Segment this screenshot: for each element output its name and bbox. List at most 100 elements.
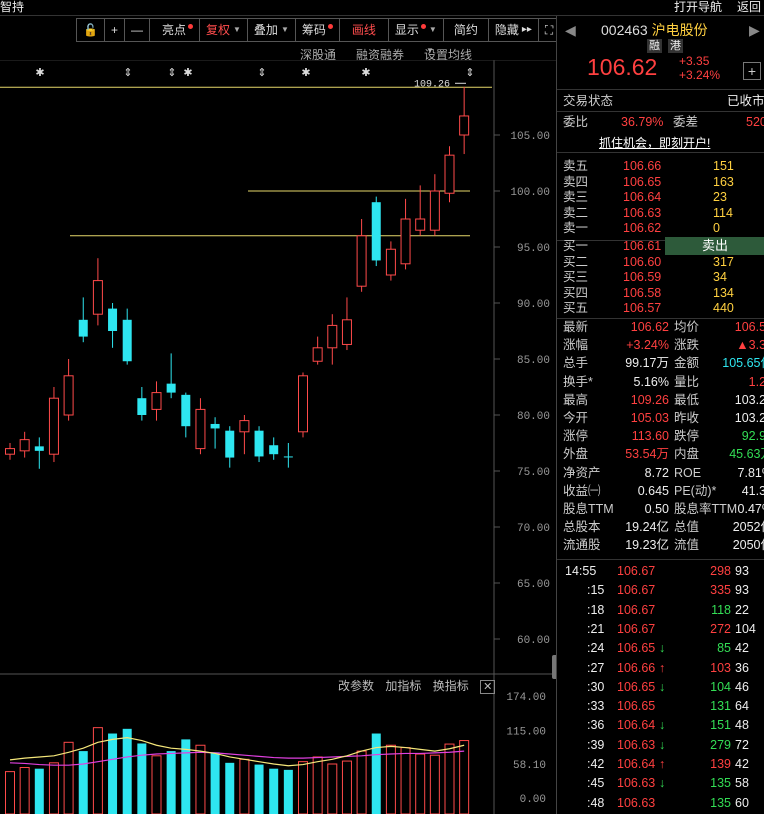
bid-row[interactable]: 买三 106.59 34 xyxy=(563,269,764,285)
candle xyxy=(63,359,74,421)
volume-bar xyxy=(108,733,118,814)
stat-row: 股息TTM0.50股息率TTM0.47% xyxy=(563,500,764,518)
candle-body xyxy=(415,218,426,231)
status-value: 已收市 xyxy=(727,94,764,108)
simple-button[interactable]: 简约 xyxy=(444,19,489,41)
zoom-in-button[interactable]: + xyxy=(105,19,125,41)
window-title: 智持 xyxy=(0,0,25,14)
fuquan-dropdown[interactable]: 复权 ▼ xyxy=(200,19,248,41)
event-marker[interactable]: ⇕ xyxy=(257,67,266,79)
candle xyxy=(210,417,220,449)
ask-row[interactable]: 卖四 106.65 163 xyxy=(563,174,764,190)
fullscreen-icon: ⛶ xyxy=(544,23,554,37)
ask-row[interactable]: 卖五 106.66 151 xyxy=(563,158,764,174)
add-indicator-button[interactable]: 加指标 xyxy=(385,679,421,693)
stat-label: 均价 xyxy=(674,320,700,334)
tick-count: 36 xyxy=(735,660,749,675)
bid-volume: 34 xyxy=(713,270,727,285)
volume-bar xyxy=(356,750,367,814)
bid-row[interactable]: 买五 106.57 440 xyxy=(563,300,764,316)
close-icon[interactable]: ✕ xyxy=(480,680,496,694)
tick-count: 58 xyxy=(735,776,749,791)
open-nav-button[interactable]: 打开导航 xyxy=(674,0,722,15)
tick-volume: 335 xyxy=(710,583,731,598)
volume-tick-label: 0.00 xyxy=(520,794,546,806)
volume-bar xyxy=(269,768,279,814)
stat-row: 换手* 5.16% 量比 1.20 xyxy=(563,373,764,391)
tick-time: :42 xyxy=(587,757,605,771)
event-marker[interactable]: ⇕ xyxy=(465,67,474,79)
price-change: +3.35 xyxy=(679,54,710,68)
candle xyxy=(108,303,118,348)
bid-row[interactable]: 买四 106.58 134 xyxy=(563,285,764,301)
tick-volume: 151 xyxy=(710,718,731,733)
candle-body xyxy=(239,420,250,433)
event-marker[interactable]: ✱ xyxy=(35,67,44,79)
prev-stock-icon[interactable]: ◀ xyxy=(565,22,576,39)
stat-row: 涨停 113.60 跌停 92.94 xyxy=(563,427,764,445)
event-marker[interactable]: ⇕ xyxy=(123,67,132,79)
ask-volume: 0 xyxy=(713,221,720,236)
stat-value: 2052亿 xyxy=(732,520,764,535)
volume-tick-label: 58.10 xyxy=(513,760,546,772)
tick-count: 42 xyxy=(735,641,749,656)
draw-line-button[interactable]: 画线 xyxy=(340,19,389,41)
tick-row: :27 106.66 ↑ 103 36 xyxy=(557,659,764,678)
switch-indicator-button[interactable]: 换指标 xyxy=(433,679,469,693)
tick-price: 106.67 xyxy=(617,564,656,578)
bid-level-label: 买三 xyxy=(563,270,589,285)
ask-row[interactable]: 卖二 106.63 114 xyxy=(563,205,764,221)
hide-button[interactable]: 隐藏 ▸▸ xyxy=(489,19,539,41)
volume-bar xyxy=(137,743,147,814)
tick-volume: 135 xyxy=(710,776,731,791)
kline-chart[interactable]: 109.26 105.00 100.00 95.00 90.00 85.00 80.00 7… xyxy=(0,60,556,814)
caret-down-icon: ▼ xyxy=(426,46,434,55)
tick-volume: 104 xyxy=(710,679,731,694)
volume-bar xyxy=(34,768,44,814)
stat-label: 股息TTM xyxy=(563,502,614,516)
event-marker[interactable]: ✱ xyxy=(361,67,370,79)
display-dropdown[interactable]: 显示 ▼ xyxy=(389,19,444,41)
event-marker[interactable]: ⇕ xyxy=(167,67,176,79)
ask-row[interactable]: 卖一 106.62 0 xyxy=(563,220,764,236)
edit-params-button[interactable]: 改参数 xyxy=(338,679,374,693)
stat-row: 涨幅 +3.24% 涨跌 ▲3.35 xyxy=(563,336,764,354)
volume-bar xyxy=(254,764,264,814)
open-account-link[interactable]: 抓住机会，即刻开户! xyxy=(599,134,710,151)
ask-volume: 23 xyxy=(713,190,727,205)
zoom-out-button[interactable]: — xyxy=(125,19,150,41)
candle-body xyxy=(254,430,264,457)
event-marker[interactable]: ✱ xyxy=(183,67,192,79)
stat-value: 105.03 xyxy=(630,411,669,425)
chips-label: 筹码 xyxy=(301,23,326,37)
stat-label: 最低 xyxy=(674,392,700,407)
chips-button[interactable]: 筹码 xyxy=(296,19,340,41)
volume-bar xyxy=(166,751,176,814)
add-watchlist-button[interactable]: + xyxy=(743,62,761,80)
price-tick-label: 100.00 xyxy=(510,187,550,199)
lock-button[interactable]: 🔓 xyxy=(77,19,105,41)
ask-row[interactable]: 卖三 106.64 23 xyxy=(563,189,764,205)
back-button[interactable]: 返回 xyxy=(737,0,761,15)
candle xyxy=(269,437,279,460)
sell-button[interactable]: 卖出 xyxy=(665,237,764,255)
highlight-button[interactable]: 亮点 xyxy=(150,19,200,41)
candle-body xyxy=(78,319,88,337)
candle-body xyxy=(48,397,59,455)
tick-price: 106.64 xyxy=(617,718,656,733)
next-stock-icon[interactable]: ▶ xyxy=(749,22,760,39)
event-marker[interactable]: ✱ xyxy=(301,67,310,79)
tick-volume: 279 xyxy=(710,737,731,752)
candles xyxy=(5,86,470,469)
candle xyxy=(151,381,162,421)
bid-row[interactable]: 买二 106.60 317 xyxy=(563,254,764,270)
candle xyxy=(34,437,44,469)
price-tick-label: 95.00 xyxy=(517,243,550,255)
volume-bar xyxy=(210,752,220,814)
overlay-dropdown[interactable]: 叠加 ▼ xyxy=(248,19,296,41)
tick-row: 14:55 106.67 298 93 xyxy=(557,562,764,581)
stat-row: 总手 99.17万金额 105.65亿 xyxy=(563,354,764,372)
notify-dot xyxy=(420,23,426,29)
candle-body xyxy=(400,218,411,265)
ask-price: 106.63 xyxy=(623,205,662,220)
